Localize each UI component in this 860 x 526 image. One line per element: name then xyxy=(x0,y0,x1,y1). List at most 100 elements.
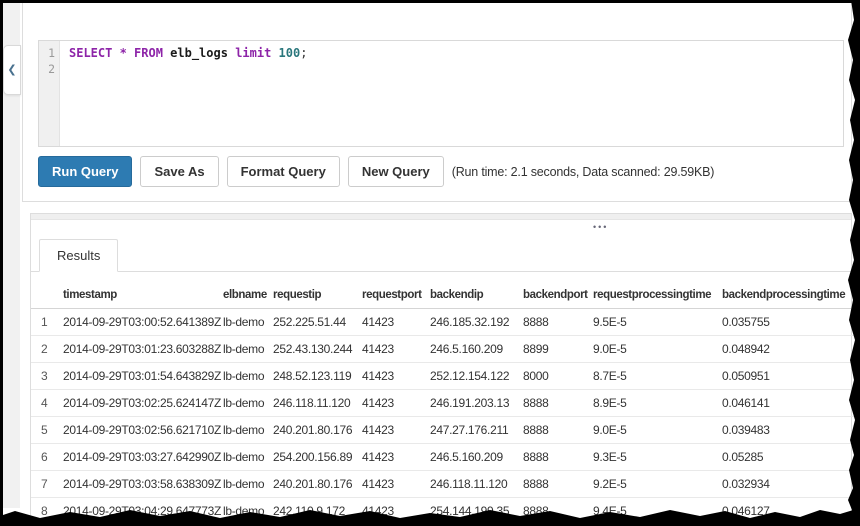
results-panel: ••• Results timestampelbnamerequestipreq… xyxy=(30,213,852,526)
table-cell: 246.118.11.120 xyxy=(430,471,523,498)
table-cell: 9.3E-5 xyxy=(593,444,722,471)
table-cell: 246.191.203.13 xyxy=(430,390,523,417)
row-number: 4 xyxy=(31,390,63,417)
table-cell: 252.43.130.244 xyxy=(273,336,362,363)
table-cell: 0.048942 xyxy=(722,336,860,363)
panel-divider[interactable] xyxy=(31,214,851,220)
table-cell: 41423 xyxy=(362,444,430,471)
table-cell: 41423 xyxy=(362,336,430,363)
row-number: 6 xyxy=(31,444,63,471)
table-cell: lb-demo xyxy=(223,336,273,363)
editor-gutter: 12 xyxy=(39,41,60,146)
table-cell: 41423 xyxy=(362,471,430,498)
table-cell: 246.118.11.120 xyxy=(273,390,362,417)
collapse-panel-button[interactable]: ❮ xyxy=(3,45,21,95)
table-cell: 41423 xyxy=(362,417,430,444)
table-cell: lb-demo xyxy=(223,390,273,417)
table-row: 32014-09-29T03:01:54.643829Zlb-demo248.5… xyxy=(31,363,860,390)
table-row: 12014-09-29T03:00:52.641389Zlb-demo252.2… xyxy=(31,309,860,336)
results-table-body: 12014-09-29T03:00:52.641389Zlb-demo252.2… xyxy=(31,309,860,525)
table-cell: 41423 xyxy=(362,363,430,390)
table-cell: 8888 xyxy=(523,390,593,417)
table-cell: 2014-09-29T03:03:27.642990Z xyxy=(63,444,223,471)
table-row: 22014-09-29T03:01:23.603288Zlb-demo252.4… xyxy=(31,336,860,363)
line-number: 2 xyxy=(39,61,55,77)
code-line[interactable]: SELECT * FROM elb_logs limit 100; xyxy=(60,41,843,146)
row-number: 1 xyxy=(31,309,63,336)
results-header-row: timestampelbnamerequestiprequestportback… xyxy=(31,282,860,309)
results-table: timestampelbnamerequestiprequestportback… xyxy=(31,282,860,525)
table-cell: 41423 xyxy=(362,309,430,336)
chevron-left-icon: ❮ xyxy=(7,65,16,76)
table-cell: 0.039483 xyxy=(722,417,860,444)
table-cell: 8888 xyxy=(523,471,593,498)
sql-editor[interactable]: 12 SELECT * FROM elb_logs limit 100; xyxy=(38,40,844,147)
table-row: 42014-09-29T03:02:25.624147Zlb-demo246.1… xyxy=(31,390,860,417)
table-cell: 8899 xyxy=(523,336,593,363)
athena-query-console: ❮ 12 SELECT * FROM elb_logs limit 100; R… xyxy=(0,0,860,526)
table-cell: 240.201.80.176 xyxy=(273,417,362,444)
code-token: ; xyxy=(300,46,307,60)
table-cell: 246.5.160.209 xyxy=(430,336,523,363)
query-toolbar: Run Query Save As Format Query New Query… xyxy=(30,156,714,187)
format-query-button[interactable]: Format Query xyxy=(227,156,340,187)
code-token: FROM xyxy=(134,46,170,60)
code-token: limit xyxy=(235,46,278,60)
table-cell: 2014-09-29T03:01:23.603288Z xyxy=(63,336,223,363)
table-cell: 246.185.32.192 xyxy=(430,309,523,336)
torn-edge-bottom xyxy=(0,508,860,526)
table-row: 72014-09-29T03:03:58.638309Zlb-demo240.2… xyxy=(31,471,860,498)
table-cell: 0.046141 xyxy=(722,390,860,417)
table-cell: 9.0E-5 xyxy=(593,417,722,444)
table-cell: 240.201.80.176 xyxy=(273,471,362,498)
table-cell: 8888 xyxy=(523,444,593,471)
table-cell: 9.5E-5 xyxy=(593,309,722,336)
table-cell: 252.12.154.122 xyxy=(430,363,523,390)
column-header: requestport xyxy=(362,282,430,309)
table-cell: lb-demo xyxy=(223,444,273,471)
run-query-button[interactable]: Run Query xyxy=(38,156,132,187)
code-token: * xyxy=(120,46,134,60)
code-token: SELECT xyxy=(69,46,120,60)
row-number: 2 xyxy=(31,336,63,363)
table-cell: 8888 xyxy=(523,417,593,444)
new-query-button[interactable]: New Query xyxy=(348,156,444,187)
resize-handle-icon[interactable]: ••• xyxy=(593,222,608,232)
column-header: backendport xyxy=(523,282,593,309)
column-header: timestamp xyxy=(63,282,223,309)
code-token: 100 xyxy=(279,46,301,60)
table-cell: 252.225.51.44 xyxy=(273,309,362,336)
table-cell: 2014-09-29T03:02:56.621710Z xyxy=(63,417,223,444)
table-cell: 2014-09-29T03:03:58.638309Z xyxy=(63,471,223,498)
frame-border-left xyxy=(0,0,3,526)
column-header: backendip xyxy=(430,282,523,309)
run-stats-text: (Run time: 2.1 seconds, Data scanned: 29… xyxy=(452,165,714,179)
save-as-button[interactable]: Save As xyxy=(140,156,218,187)
table-cell: 2014-09-29T03:01:54.643829Z xyxy=(63,363,223,390)
table-cell: 9.2E-5 xyxy=(593,471,722,498)
line-number: 1 xyxy=(39,45,55,61)
table-row: 52014-09-29T03:02:56.621710Zlb-demo240.2… xyxy=(31,417,860,444)
row-number: 3 xyxy=(31,363,63,390)
table-cell: 0.035755 xyxy=(722,309,860,336)
table-cell: 8.7E-5 xyxy=(593,363,722,390)
table-cell: 248.52.123.119 xyxy=(273,363,362,390)
row-number: 5 xyxy=(31,417,63,444)
table-cell: 0.05285 xyxy=(722,444,860,471)
table-cell: 9.0E-5 xyxy=(593,336,722,363)
table-cell: 0.050951 xyxy=(722,363,860,390)
column-header: requestprocessingtime xyxy=(593,282,722,309)
table-row: 62014-09-29T03:03:27.642990Zlb-demo254.2… xyxy=(31,444,860,471)
tab-results[interactable]: Results xyxy=(39,239,118,272)
table-cell: lb-demo xyxy=(223,363,273,390)
table-cell: lb-demo xyxy=(223,471,273,498)
table-cell: lb-demo xyxy=(223,417,273,444)
table-cell: 247.27.176.211 xyxy=(430,417,523,444)
frame-border-top xyxy=(0,0,860,3)
table-cell: 2014-09-29T03:02:25.624147Z xyxy=(63,390,223,417)
table-cell: 254.200.156.89 xyxy=(273,444,362,471)
column-header xyxy=(31,282,63,309)
table-cell: lb-demo xyxy=(223,309,273,336)
results-tab-bar: Results xyxy=(31,240,851,272)
code-token: elb_logs xyxy=(170,46,235,60)
